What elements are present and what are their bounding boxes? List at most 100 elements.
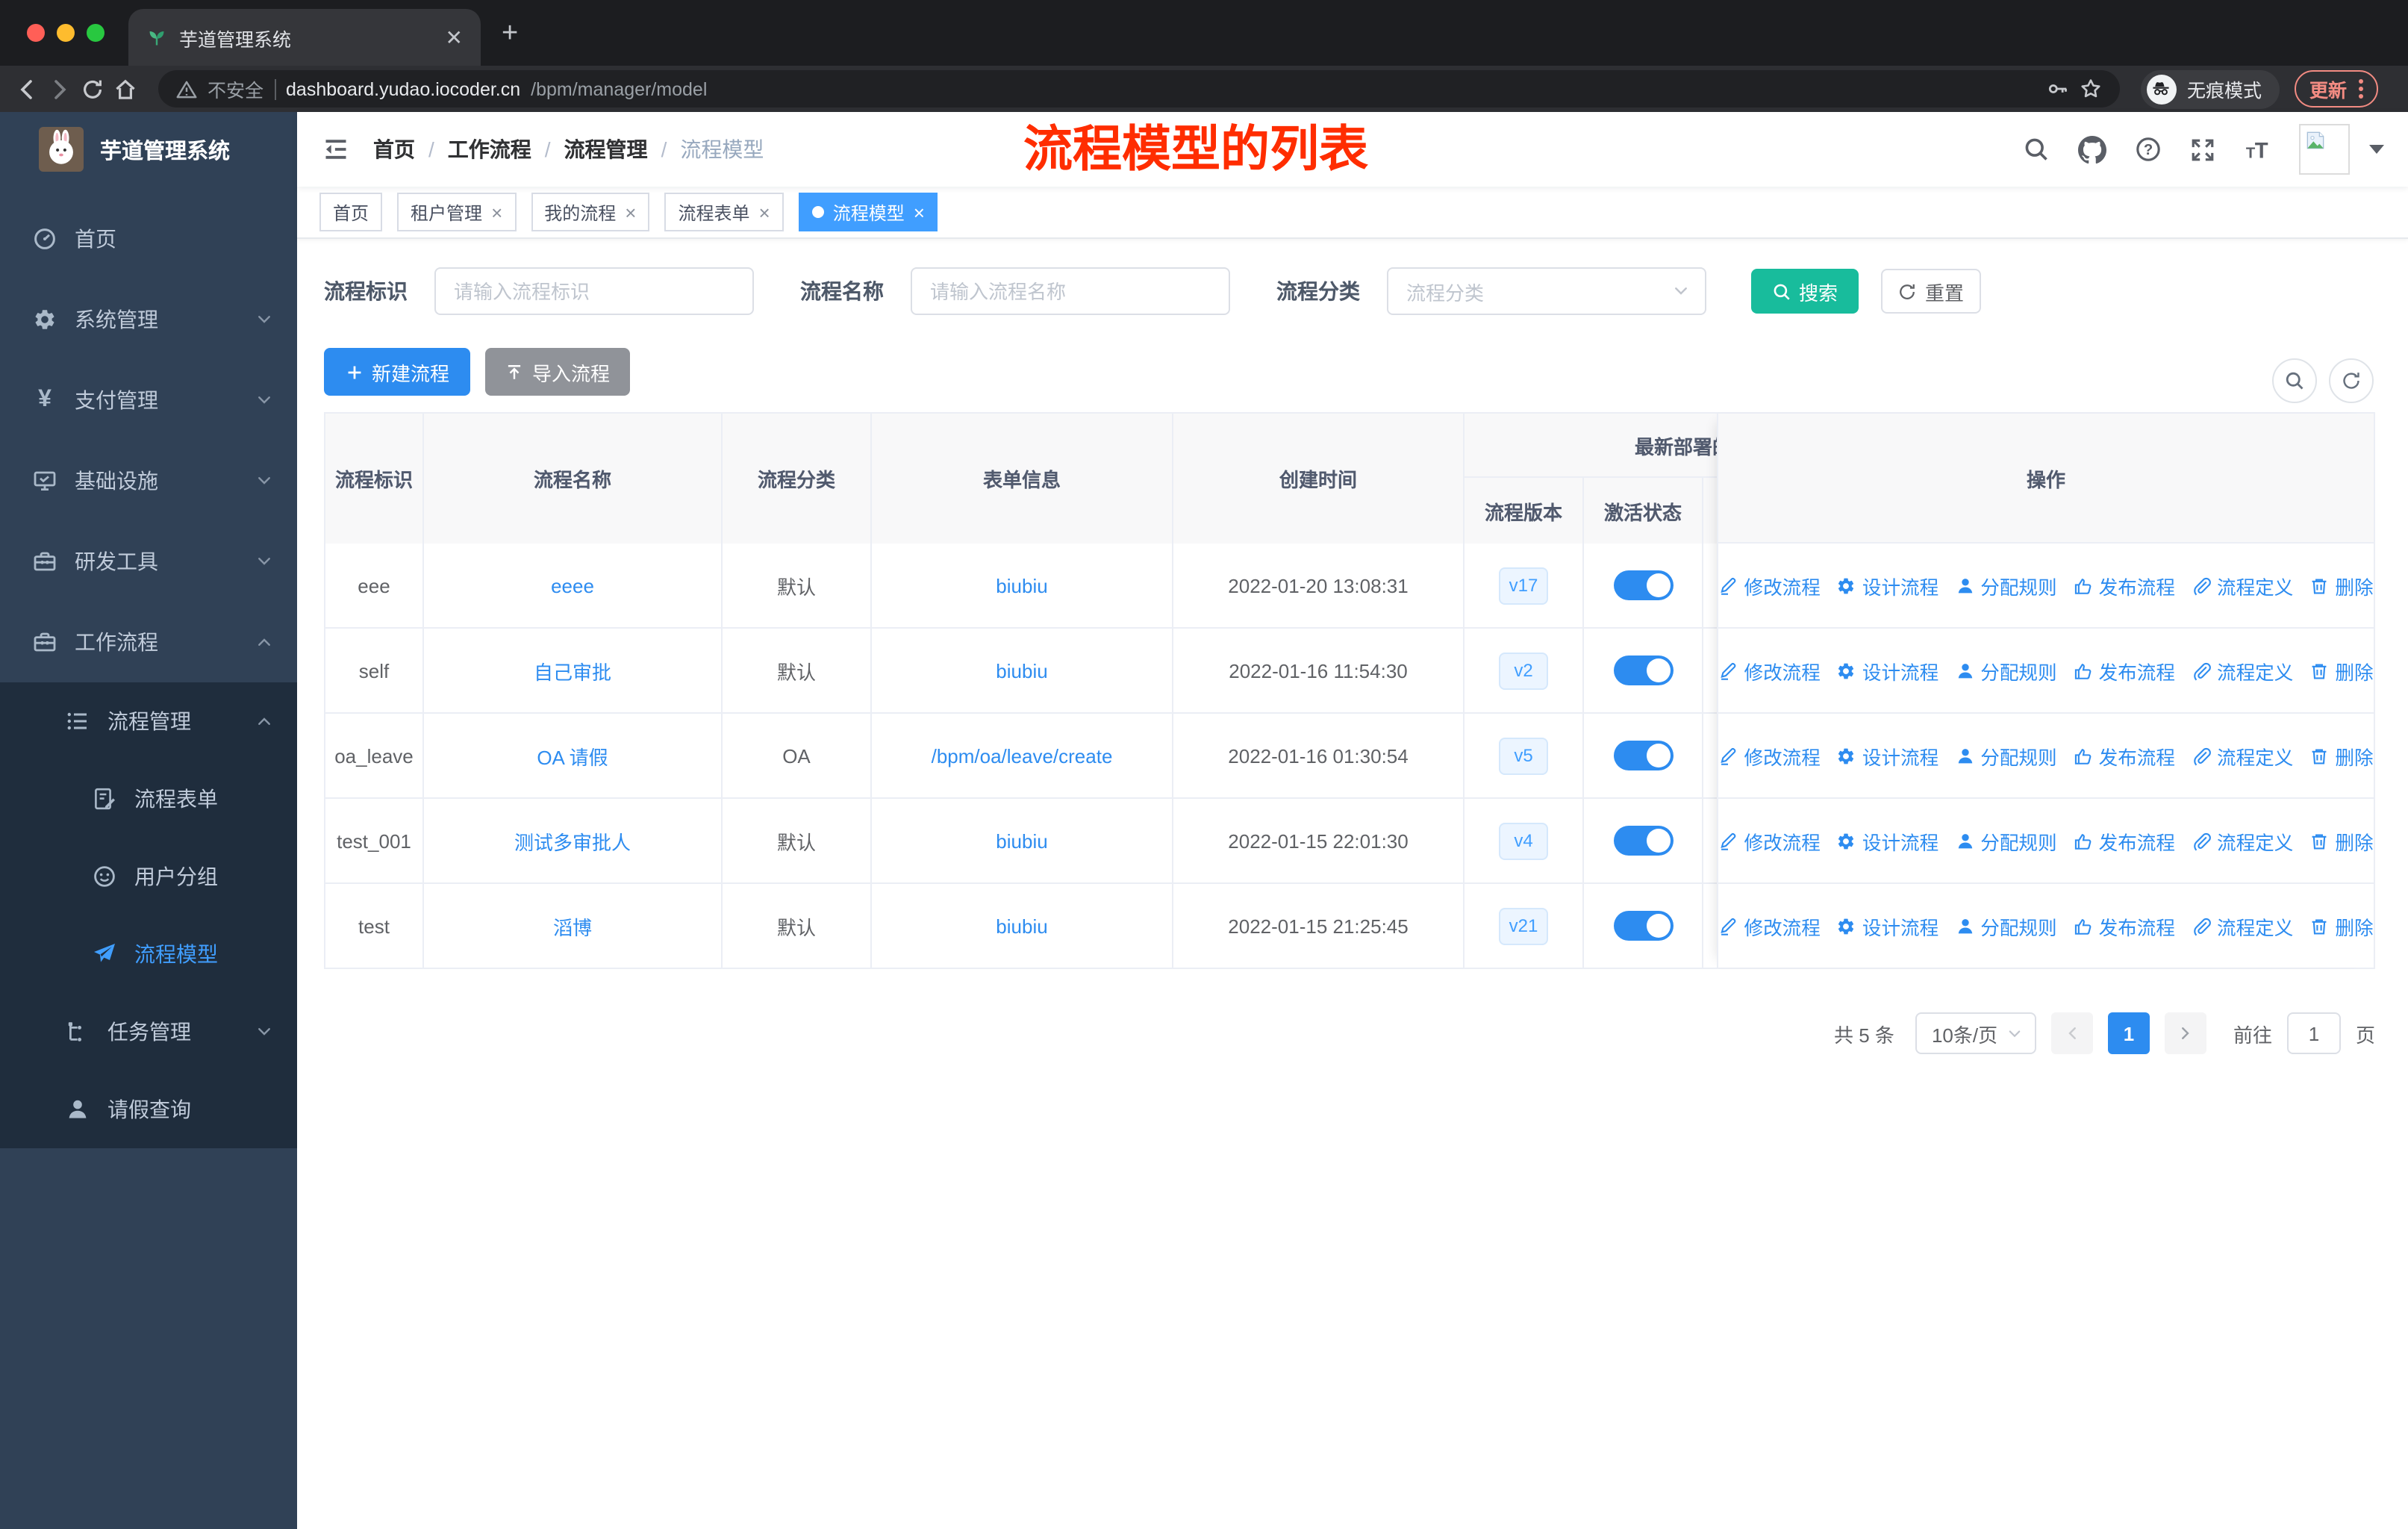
- search-button[interactable]: 搜索: [1751, 269, 1859, 314]
- breadcrumb-workflow[interactable]: 工作流程: [448, 134, 531, 164]
- next-page-button[interactable]: [2164, 1012, 2206, 1054]
- tag-home[interactable]: 首页: [319, 193, 383, 231]
- process-id-input[interactable]: [434, 267, 754, 315]
- form-link[interactable]: biubiu: [996, 659, 1047, 682]
- goto-page-input[interactable]: [2286, 1012, 2341, 1054]
- sidebar-item-user-group[interactable]: 用户分组: [0, 838, 297, 915]
- publish-process-link[interactable]: 发布流程: [2074, 741, 2175, 770]
- edit-process-link[interactable]: 修改流程: [1718, 656, 1821, 685]
- import-process-button[interactable]: 导入流程: [485, 348, 630, 396]
- sidebar-item-system[interactable]: 系统管理: [0, 279, 297, 360]
- app-logo-row[interactable]: 芋道管理系统: [0, 112, 297, 187]
- back-icon[interactable]: [15, 77, 39, 101]
- hamburger-fold-icon[interactable]: [322, 136, 349, 163]
- active-switch[interactable]: [1613, 655, 1673, 685]
- assign-rule-link[interactable]: 分配规则: [1955, 656, 2057, 685]
- delete-link[interactable]: 删除: [2309, 656, 2374, 685]
- process-definition-link[interactable]: 流程定义: [2192, 571, 2293, 600]
- publish-process-link[interactable]: 发布流程: [2074, 912, 2175, 941]
- close-icon[interactable]: ×: [491, 201, 502, 223]
- form-link[interactable]: biubiu: [996, 915, 1047, 937]
- active-switch[interactable]: [1613, 570, 1673, 600]
- process-name-link[interactable]: 滔博: [553, 912, 592, 940]
- close-icon[interactable]: ×: [759, 201, 770, 223]
- assign-rule-link[interactable]: 分配规则: [1955, 826, 2057, 855]
- edit-process-link[interactable]: 修改流程: [1718, 571, 1821, 600]
- design-process-link[interactable]: 设计流程: [1837, 741, 1938, 770]
- new-tab-button[interactable]: +: [481, 18, 518, 66]
- assign-rule-link[interactable]: 分配规则: [1955, 912, 2057, 941]
- refresh-table-button[interactable]: [2329, 358, 2374, 403]
- publish-process-link[interactable]: 发布流程: [2074, 571, 2175, 600]
- process-definition-link[interactable]: 流程定义: [2192, 656, 2293, 685]
- active-switch[interactable]: [1613, 911, 1673, 941]
- version-badge[interactable]: v21: [1498, 907, 1549, 944]
- home-icon[interactable]: [113, 77, 137, 101]
- tag-process-model[interactable]: 流程模型 ×: [798, 193, 938, 231]
- edit-process-link[interactable]: 修改流程: [1718, 741, 1821, 770]
- edit-process-link[interactable]: 修改流程: [1718, 912, 1821, 941]
- publish-process-link[interactable]: 发布流程: [2074, 656, 2175, 685]
- design-process-link[interactable]: 设计流程: [1837, 826, 1938, 855]
- prev-page-button[interactable]: [2050, 1012, 2093, 1054]
- reload-icon[interactable]: [81, 77, 105, 101]
- category-select[interactable]: 流程分类: [1387, 267, 1706, 315]
- browser-menu-icon[interactable]: [2359, 79, 2363, 99]
- close-icon[interactable]: ×: [914, 201, 925, 223]
- version-badge[interactable]: v5: [1499, 737, 1548, 774]
- active-switch[interactable]: [1613, 826, 1673, 856]
- password-key-icon[interactable]: [2047, 78, 2069, 100]
- publish-process-link[interactable]: 发布流程: [2074, 826, 2175, 855]
- sidebar-item-workflow[interactable]: 工作流程: [0, 602, 297, 682]
- sidebar-item-leave-query[interactable]: 请假查询: [0, 1071, 297, 1148]
- form-link[interactable]: biubiu: [996, 829, 1047, 852]
- tag-my-process[interactable]: 我的流程 ×: [531, 193, 650, 231]
- sidebar-item-home[interactable]: 首页: [0, 199, 297, 279]
- sidebar-item-infra[interactable]: 基础设施: [0, 440, 297, 521]
- process-name-input[interactable]: [911, 267, 1230, 315]
- avatar[interactable]: [2299, 124, 2350, 175]
- close-tab-icon[interactable]: ✕: [446, 25, 463, 50]
- font-size-icon[interactable]: [2244, 136, 2271, 163]
- process-name-link[interactable]: 自己审批: [534, 656, 611, 685]
- help-icon[interactable]: [2135, 136, 2162, 163]
- tag-tenant[interactable]: 租户管理 ×: [397, 193, 517, 231]
- zoom-window-button[interactable]: [87, 24, 105, 42]
- delete-link[interactable]: 删除: [2309, 741, 2374, 770]
- delete-link[interactable]: 删除: [2309, 571, 2374, 600]
- form-link[interactable]: biubiu: [996, 574, 1047, 597]
- caret-down-icon[interactable]: [2369, 145, 2384, 154]
- delete-link[interactable]: 删除: [2309, 912, 2374, 941]
- reset-button[interactable]: 重置: [1881, 269, 1981, 314]
- process-name-link[interactable]: OA 请假: [537, 741, 608, 770]
- forward-icon[interactable]: [48, 77, 72, 101]
- current-page[interactable]: 1: [2107, 1012, 2150, 1054]
- form-link[interactable]: /bpm/oa/leave/create: [932, 744, 1113, 767]
- sidebar-item-devtools[interactable]: 研发工具: [0, 521, 297, 602]
- page-size-select[interactable]: 10条/页: [1915, 1012, 2036, 1054]
- close-icon[interactable]: ×: [625, 201, 636, 223]
- delete-link[interactable]: 删除: [2309, 826, 2374, 855]
- sidebar-item-pay[interactable]: ¥ 支付管理: [0, 360, 297, 440]
- breadcrumb-process-manage[interactable]: 流程管理: [564, 134, 648, 164]
- version-badge[interactable]: v2: [1499, 652, 1548, 689]
- breadcrumb-home[interactable]: 首页: [373, 134, 415, 164]
- process-name-link[interactable]: 测试多审批人: [514, 826, 631, 855]
- design-process-link[interactable]: 设计流程: [1837, 912, 1938, 941]
- browser-update-button[interactable]: 更新: [2294, 70, 2378, 108]
- version-badge[interactable]: v17: [1498, 567, 1549, 604]
- browser-tab[interactable]: 芋道管理系统 ✕: [128, 9, 481, 66]
- sidebar-item-task-manage[interactable]: 任务管理: [0, 993, 297, 1071]
- close-window-button[interactable]: [27, 24, 45, 42]
- process-name-link[interactable]: eeee: [551, 574, 594, 597]
- sidebar-item-process-manage[interactable]: 流程管理: [0, 682, 297, 760]
- version-badge[interactable]: v4: [1499, 822, 1548, 859]
- address-bar[interactable]: 不安全 dashboard.yudao.iocoder.cn/bpm/manag…: [158, 70, 2120, 108]
- sidebar-item-process-model[interactable]: 流程模型: [0, 915, 297, 993]
- tag-process-form[interactable]: 流程表单 ×: [664, 193, 784, 231]
- sidebar-item-process-form[interactable]: 流程表单: [0, 760, 297, 838]
- create-process-button[interactable]: 新建流程: [324, 348, 470, 396]
- active-switch[interactable]: [1613, 741, 1673, 770]
- search-icon[interactable]: [2023, 136, 2050, 163]
- bookmark-star-icon[interactable]: [2080, 78, 2102, 100]
